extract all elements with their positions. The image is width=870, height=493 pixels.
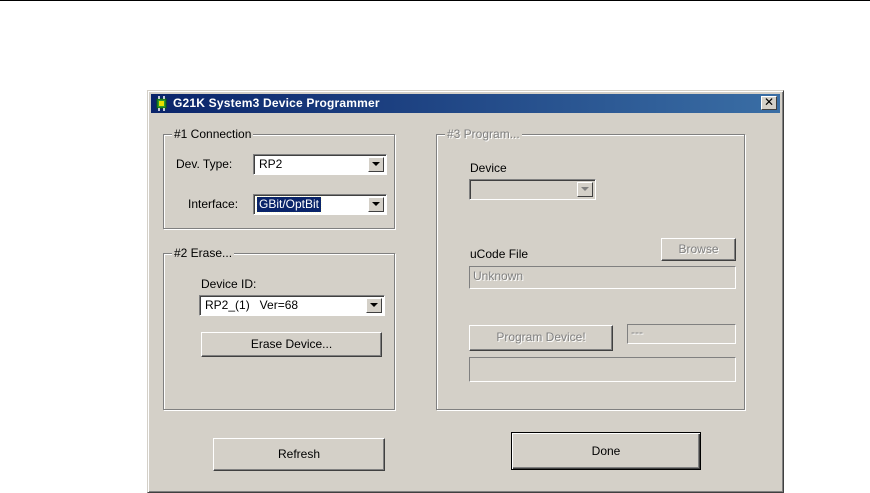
- connection-legend: #1 Connection: [172, 127, 254, 141]
- chevron-down-icon[interactable]: [366, 298, 382, 313]
- ucode-file-field[interactable]: Unknown: [469, 266, 736, 289]
- program-legend: #3 Program...: [445, 127, 522, 141]
- dev-type-label: Dev. Type:: [176, 157, 233, 171]
- connection-group: #1 Connection Dev. Type: RP2 Interface: …: [163, 127, 395, 229]
- program-status-field: ---: [627, 324, 736, 344]
- title-bar[interactable]: G21K System3 Device Programmer ✕: [151, 94, 780, 113]
- device-select[interactable]: [469, 179, 596, 200]
- program-device-button[interactable]: Program Device!: [469, 325, 613, 351]
- chevron-down-icon[interactable]: [577, 182, 593, 197]
- close-button[interactable]: ✕: [761, 96, 777, 110]
- done-button[interactable]: Done: [511, 432, 701, 470]
- erase-group: #2 Erase... Device ID: RP2_(1) Ver=68 Er…: [163, 246, 395, 410]
- interface-select[interactable]: GBit/OptBit: [253, 194, 387, 215]
- green-chip-icon: [156, 96, 167, 111]
- dev-type-value: RP2: [259, 157, 283, 171]
- interface-value: GBit/OptBit: [255, 196, 323, 213]
- close-icon: ✕: [763, 95, 775, 109]
- erase-device-button[interactable]: Erase Device...: [201, 332, 382, 357]
- program-group: #3 Program... Device uCode File Browse U…: [436, 127, 745, 410]
- window-title: G21K System3 Device Programmer: [173, 96, 380, 110]
- device-id-value: RP2_(1) Ver=68: [205, 298, 299, 312]
- chevron-down-icon[interactable]: [368, 157, 384, 172]
- ucode-file-label: uCode File: [470, 247, 529, 261]
- chevron-down-icon[interactable]: [368, 197, 384, 212]
- browse-button[interactable]: Browse: [661, 238, 736, 261]
- device-id-label: Device ID:: [201, 277, 257, 291]
- device-value: [473, 182, 477, 197]
- interface-label: Interface:: [188, 197, 239, 211]
- page-top-rule: [0, 0, 870, 1]
- erase-legend: #2 Erase...: [172, 246, 235, 260]
- refresh-button[interactable]: Refresh: [213, 438, 385, 471]
- dev-type-select[interactable]: RP2: [253, 154, 387, 175]
- program-progress-bar: [469, 357, 736, 382]
- device-id-select[interactable]: RP2_(1) Ver=68: [199, 295, 385, 316]
- device-programmer-dialog: G21K System3 Device Programmer ✕ #1 Conn…: [147, 90, 784, 493]
- device-label: Device: [470, 161, 507, 175]
